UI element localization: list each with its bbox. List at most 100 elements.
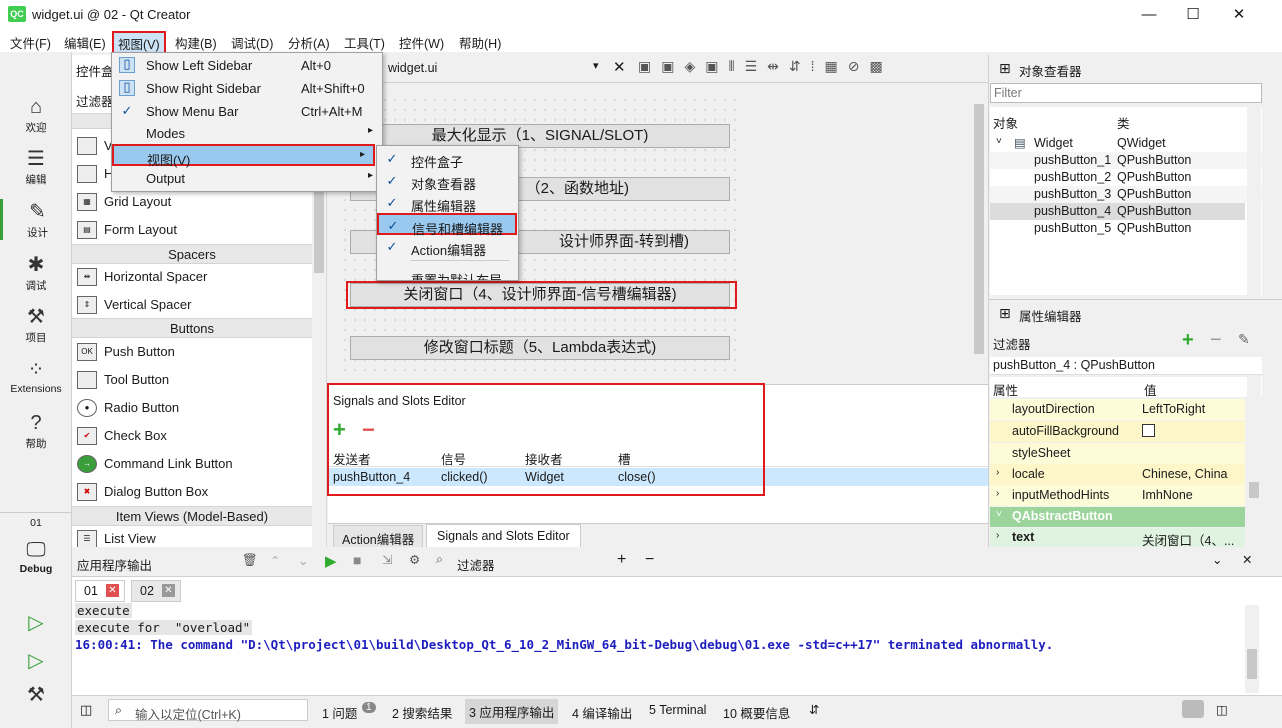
submenu-item-object-inspector[interactable]: ✓ 对象查看器 xyxy=(378,170,517,192)
up-icon[interactable]: ⌃ xyxy=(270,553,280,568)
tree-row-selected[interactable]: pushButton_4 QPushButton xyxy=(990,203,1245,220)
close-icon[interactable]: ✕ xyxy=(106,584,119,597)
mode-design[interactable]: ✎ 设计 xyxy=(0,199,72,240)
widget-item-grid-layout[interactable]: ▦ Grid Layout xyxy=(72,188,312,216)
output-tab-01[interactable]: 01 ✕ xyxy=(75,580,125,602)
tree-row[interactable]: pushButton_1 QPushButton xyxy=(990,152,1262,169)
expand-icon[interactable]: ⊞ xyxy=(999,60,1011,77)
menu-item-show-menu-bar[interactable]: ✓ Show Menu Bar Ctrl+Alt+M xyxy=(113,100,381,122)
checkbox[interactable] xyxy=(1142,424,1155,437)
collapse-up-icon[interactable]: ⌄ xyxy=(1212,552,1222,567)
expand-icon[interactable]: ⊞ xyxy=(999,305,1011,322)
run-button[interactable]: ▷ xyxy=(0,610,72,636)
scrollbar-thumb[interactable] xyxy=(1249,482,1259,498)
close-button[interactable]: ✕ xyxy=(1216,4,1262,26)
form-button-5[interactable]: 修改窗口标题（5、Lambda表达式) xyxy=(350,336,730,360)
layout-toolbar-icons[interactable]: ▣▣◈▣⦀☰⇹⇵⁞▦⊘▩ xyxy=(638,58,893,75)
inspector-scrollbar[interactable] xyxy=(1247,107,1261,295)
output-scrollbar[interactable] xyxy=(1245,605,1259,693)
property-row[interactable]: autoFillBackground xyxy=(990,421,1245,442)
mode-projects[interactable]: ⚒ 项目 xyxy=(0,304,72,345)
progress-toggle-icon[interactable] xyxy=(1182,700,1204,718)
editor-scrollbar[interactable] xyxy=(972,84,986,380)
menu-item-show-right-sidebar[interactable]: ▯ Show Right Sidebar Alt+Shift+0 xyxy=(113,77,381,99)
maximize-button[interactable]: ☐ xyxy=(1170,4,1216,26)
status-terminal[interactable]: 5 Terminal xyxy=(649,703,706,717)
run-icon[interactable]: ▶ xyxy=(325,552,337,570)
add-property-icon[interactable]: + xyxy=(1182,329,1194,352)
submenu-item-property-editor[interactable]: ✓ 属性编辑器 xyxy=(378,192,517,214)
menu-item-views[interactable]: 视图(V) ▸ xyxy=(112,144,375,168)
kit-selector[interactable]: 🖵 Debug xyxy=(0,537,72,575)
dropdown-arrow-icon[interactable]: ▾ xyxy=(593,59,599,72)
widget-category-buttons[interactable]: Buttons xyxy=(72,318,312,338)
updown-icon[interactable]: ⇵ xyxy=(809,702,819,717)
attach-icon[interactable]: ⇲ xyxy=(382,552,392,567)
status-overview[interactable]: 10 概要信息 xyxy=(723,703,790,722)
widget-category-spacers[interactable]: Spacers xyxy=(72,244,312,264)
stop-icon[interactable]: ■ xyxy=(353,552,361,568)
remove-property-icon[interactable]: − xyxy=(1210,329,1222,352)
status-compile-output[interactable]: 4 编译输出 xyxy=(572,703,632,722)
widget-item-radio-button[interactable]: ● Radio Button xyxy=(72,394,312,422)
property-row[interactable]: › inputMethodHints ImhNone xyxy=(990,485,1245,506)
property-row[interactable]: › locale Chinese, China xyxy=(990,464,1245,485)
mode-debug[interactable]: ✱ 调试 xyxy=(0,252,72,293)
menu-item-modes[interactable]: Modes ▸ xyxy=(113,122,381,144)
widget-item-check-box[interactable]: ✔ Check Box xyxy=(72,422,312,450)
output-filter-input[interactable]: 过滤器 xyxy=(457,555,495,574)
build-button[interactable]: ⚒ xyxy=(0,682,72,708)
menu-build[interactable]: 构建(B) xyxy=(175,33,217,52)
close-icon[interactable]: ✕ xyxy=(162,584,175,597)
property-scrollbar[interactable] xyxy=(1247,377,1261,547)
editor-tab[interactable]: widget.ui xyxy=(388,61,437,75)
widget-item-vertical-spacer[interactable]: ⇕ Vertical Spacer xyxy=(72,291,312,319)
tree-row[interactable]: pushButton_2 QPushButton xyxy=(990,169,1262,186)
property-filter[interactable]: 过滤器 xyxy=(993,334,1031,353)
widget-category-item-views[interactable]: Item Views (Model-Based) xyxy=(72,506,312,526)
widget-box-filter[interactable]: 过滤器 xyxy=(76,91,114,110)
menu-item-output[interactable]: Output ▸ xyxy=(113,167,381,189)
sidebar-toggle-icon[interactable]: ◫ xyxy=(80,702,92,718)
menu-help[interactable]: 帮助(H) xyxy=(459,33,501,52)
status-search-results[interactable]: 2 搜索结果 xyxy=(392,703,452,722)
submenu-item-widget-box[interactable]: ✓ 控件盒子 xyxy=(378,148,517,170)
tree-row[interactable]: pushButton_3 QPushButton xyxy=(990,186,1262,203)
property-row[interactable]: styleSheet xyxy=(990,443,1245,464)
menu-tools[interactable]: 工具(T) xyxy=(344,33,385,52)
property-section[interactable]: ˅ QAbstractButton xyxy=(990,507,1245,527)
submenu-item-action-editor[interactable]: ✓ Action编辑器 xyxy=(378,236,517,258)
scrollbar-thumb[interactable] xyxy=(974,104,984,354)
add-icon[interactable]: + xyxy=(617,551,626,569)
scrollbar-thumb[interactable] xyxy=(1247,649,1257,679)
widget-item-dialog-button-box[interactable]: ✖ Dialog Button Box xyxy=(72,478,312,506)
locator-input[interactable]: ⌕ 输入以定位(Ctrl+K) xyxy=(108,699,308,722)
minus-icon[interactable]: − xyxy=(645,551,654,569)
status-app-output[interactable]: 3 应用程序输出 xyxy=(465,699,559,724)
mode-edit[interactable]: ☰ 编辑 xyxy=(0,146,72,187)
property-row[interactable]: layoutDirection LeftToRight xyxy=(990,399,1245,420)
menu-widgets[interactable]: 控件(W) xyxy=(399,33,444,52)
mode-extensions[interactable]: ⁘ Extensions xyxy=(0,357,72,395)
widget-item-form-layout[interactable]: ▤ Form Layout xyxy=(72,216,312,244)
inspector-filter-input[interactable]: Filter xyxy=(990,83,1262,103)
right-sidebar-toggle-icon[interactable]: ◫ xyxy=(1216,702,1228,717)
menu-analyze[interactable]: 分析(A) xyxy=(288,33,330,52)
trash-icon[interactable]: 🗑 xyxy=(242,553,258,568)
tab-signals-slots[interactable]: Signals and Slots Editor xyxy=(426,524,581,547)
status-issues[interactable]: 1 问题 xyxy=(322,703,357,722)
widget-item-push-button[interactable]: OK Push Button xyxy=(72,338,312,366)
widget-item-horizontal-spacer[interactable]: ⇹ Horizontal Spacer xyxy=(72,263,312,291)
down-icon[interactable]: ⌄ xyxy=(298,553,308,568)
mode-welcome[interactable]: ⌂ 欢迎 xyxy=(0,94,72,135)
close-panel-icon[interactable]: ✕ xyxy=(1242,552,1252,567)
close-editor-icon[interactable]: ✕ xyxy=(613,58,626,76)
debug-run-button[interactable]: ▷ xyxy=(0,648,72,674)
gear-icon[interactable]: ⚙ xyxy=(409,552,420,567)
widget-item-list-view[interactable]: ☰ List View xyxy=(72,525,312,547)
menu-item-show-left-sidebar[interactable]: ▯ Show Left Sidebar Alt+0 xyxy=(113,54,381,76)
output-tab-02[interactable]: 02 ✕ xyxy=(131,580,181,602)
menu-file[interactable]: 文件(F) xyxy=(10,33,51,52)
widget-item-command-link[interactable]: → Command Link Button xyxy=(72,450,312,478)
menu-debug[interactable]: 调试(D) xyxy=(231,33,273,52)
